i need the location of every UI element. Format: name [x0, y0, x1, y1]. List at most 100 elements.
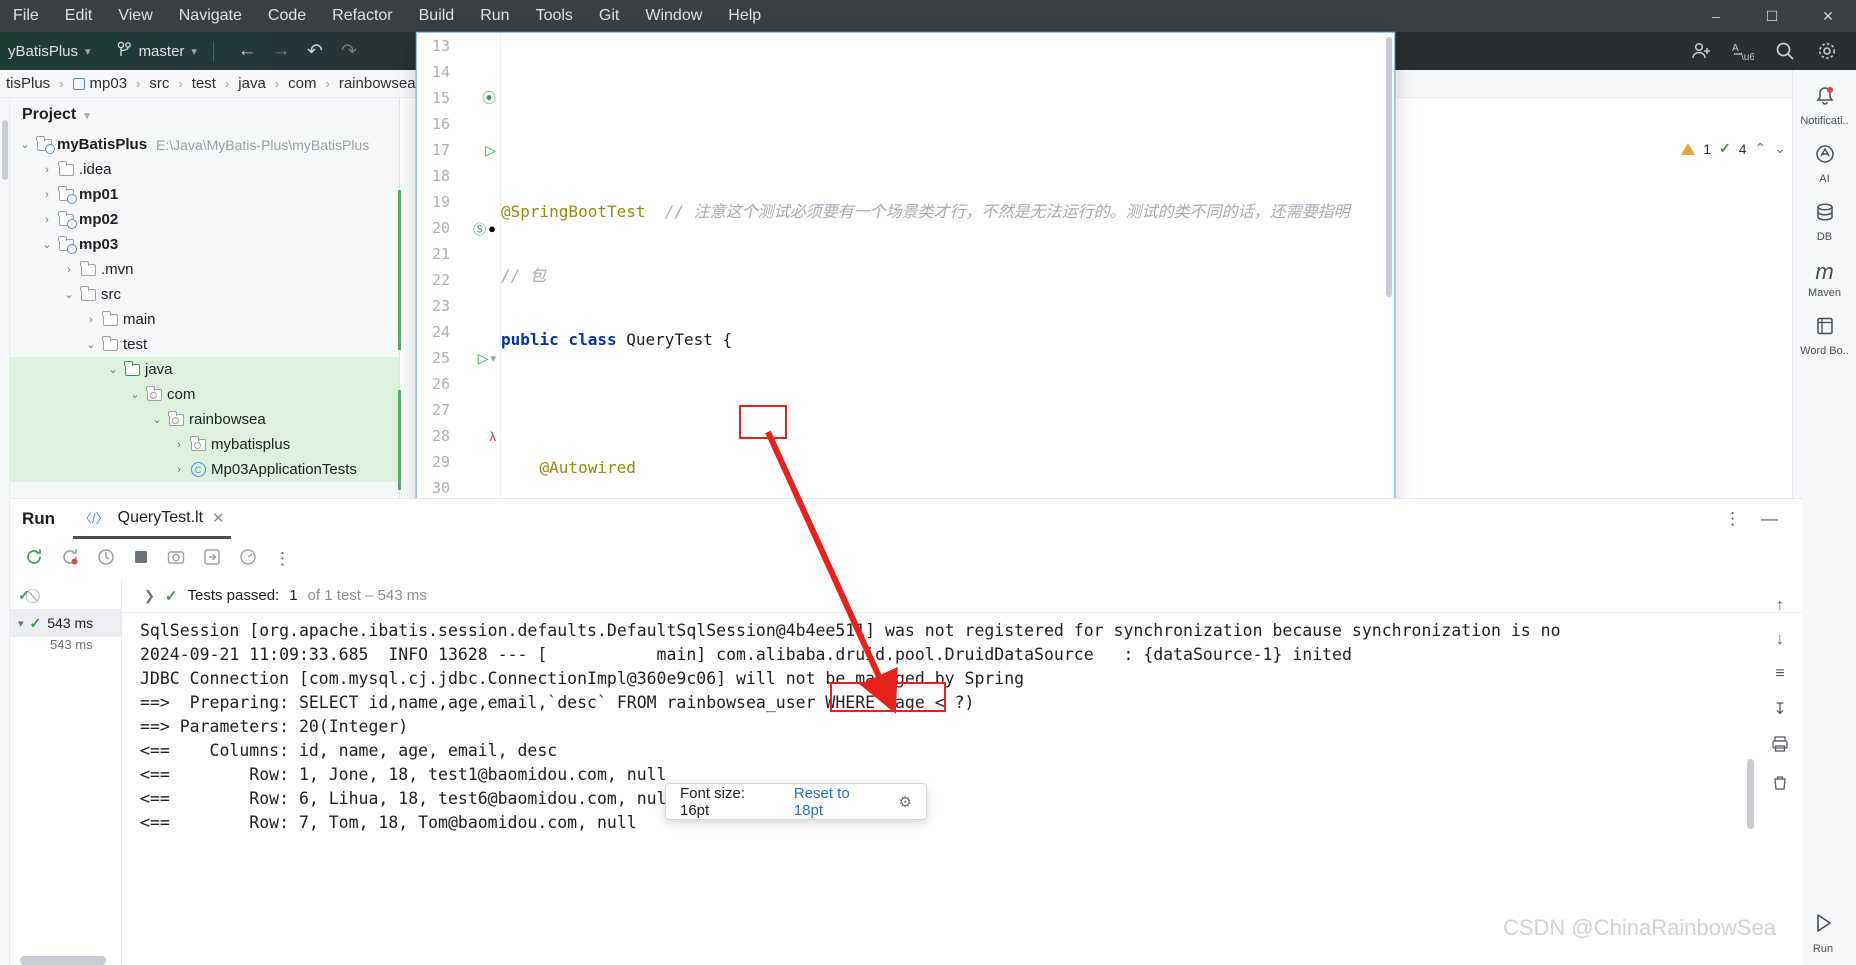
forward-icon[interactable]: → — [264, 36, 298, 66]
menu-item-help[interactable]: Help — [715, 4, 774, 28]
tree-node-main[interactable]: › main — [10, 307, 399, 332]
tree-expand-arrow[interactable]: › — [82, 314, 100, 326]
settings-icon[interactable] — [1806, 36, 1848, 66]
rail-item-ai[interactable]: AI — [1796, 136, 1854, 192]
menu-item-code[interactable]: Code — [255, 4, 319, 28]
test-tree-row[interactable]: ▾ ✓ 543 ms — [10, 609, 121, 637]
gutter-line-22[interactable]: 22 — [416, 267, 500, 293]
breadcrumb-item-src[interactable]: src — [145, 75, 173, 92]
tree-node-test[interactable]: ⌄ test — [10, 332, 399, 357]
tree-node-mp02[interactable]: › mp02 — [10, 207, 399, 232]
gutter-line-26[interactable]: 26 — [416, 371, 500, 397]
run-test-class-icon[interactable]: ▷ — [485, 142, 496, 159]
menu-item-git[interactable]: Git — [586, 4, 632, 28]
gutter-line-18[interactable]: 18 — [416, 163, 500, 189]
gutter-line-25[interactable]: 25 ▷ ▾ — [416, 345, 500, 371]
gutter-line-21[interactable]: 21 — [416, 241, 500, 267]
breadcrumb-item-module[interactable]: mp03 — [69, 75, 132, 92]
clear-all-icon[interactable] — [1771, 774, 1789, 797]
menu-item-edit[interactable]: Edit — [52, 4, 106, 28]
branch-selector[interactable]: master ▾ — [117, 41, 197, 62]
tree-expand-arrow[interactable]: › — [38, 164, 56, 176]
scroll-to-end-icon[interactable]: ↧ — [1773, 699, 1786, 719]
run-tool-button[interactable]: Run — [1794, 911, 1852, 955]
tree-node-java[interactable]: ⌄ java — [10, 357, 399, 382]
more-options-icon[interactable]: ⋮ — [1724, 509, 1741, 529]
profile-icon[interactable] — [238, 547, 258, 572]
menu-item-run[interactable]: Run — [467, 4, 522, 28]
gutter-line-29[interactable]: 29 — [416, 449, 500, 475]
gutter-line-16[interactable]: 16 — [416, 111, 500, 137]
toggle-auto-test-icon[interactable] — [96, 547, 116, 572]
tree-node-mp01[interactable]: › mp01 — [10, 182, 399, 207]
sidebar-scrollbar[interactable] — [2, 120, 8, 180]
bean-nav-icon[interactable]: Ⓢ — [473, 219, 486, 238]
menu-item-file[interactable]: File — [0, 4, 52, 28]
gutter-line-27[interactable]: 27 — [416, 397, 500, 423]
run-test-method-icon[interactable]: ▷ — [478, 350, 489, 367]
menu-item-build[interactable]: Build — [406, 4, 468, 28]
tree-expand-arrow[interactable]: › — [60, 264, 78, 276]
close-icon[interactable]: ✕ — [1800, 0, 1856, 32]
gutter-line-17[interactable]: 17 ▷ — [416, 137, 500, 163]
gutter-line-14[interactable]: 14 — [416, 59, 500, 85]
editor-code-area[interactable]: @SpringBootTest // 注意这个测试必须要有一个场景类才行，不然是… — [501, 33, 1386, 556]
gutter-line-15[interactable]: 15 ⦿ — [416, 85, 500, 111]
tree-node-com[interactable]: ⌄ com — [10, 382, 399, 407]
add-user-icon[interactable] — [1680, 36, 1722, 66]
rerun-failed-icon[interactable] — [60, 547, 80, 572]
back-icon[interactable]: ← — [230, 36, 264, 66]
editor-scrollbar[interactable] — [1386, 37, 1392, 297]
rail-item-notifications[interactable]: Notificati.. — [1796, 78, 1854, 134]
redo-icon[interactable]: ↷ — [332, 36, 366, 66]
maximize-icon[interactable]: ☐ — [1744, 0, 1800, 32]
stop-icon[interactable] — [132, 548, 150, 571]
breadcrumb-item-rainbowsea[interactable]: rainbowsea — [335, 75, 420, 92]
gutter-line-23[interactable]: 23 — [416, 293, 500, 319]
menu-item-refactor[interactable]: Refactor — [319, 4, 405, 28]
test-tree-toolbar[interactable]: ✓ ⃠ — [10, 581, 121, 609]
menu-item-navigate[interactable]: Navigate — [166, 4, 255, 28]
minimize-panel-icon[interactable]: — — [1761, 509, 1778, 529]
tree-node--idea[interactable]: › .idea — [10, 157, 399, 182]
gutter-line-19[interactable]: 19 — [416, 189, 500, 215]
tree-node-mybatisplus[interactable]: ⌄ myBatisPlus E:\Java\MyBatis-Plus\myBatis… — [10, 132, 399, 157]
tree-expand-arrow[interactable]: ⌄ — [16, 138, 34, 151]
lambda-marker-icon[interactable]: λ — [490, 429, 497, 444]
tree-expand-arrow[interactable]: ⌄ — [60, 288, 78, 301]
tree-expand-arrow[interactable]: › — [170, 464, 188, 476]
project-panel-header[interactable]: Project ▾ — [10, 98, 399, 132]
tree-node--mvn[interactable]: › .mvn — [10, 257, 399, 282]
menu-item-tools[interactable]: Tools — [523, 4, 586, 28]
test-tree-hscrollbar[interactable] — [20, 956, 106, 965]
tree-node-src[interactable]: ⌄ src — [10, 282, 399, 307]
spring-bean-icon[interactable]: ⦿ — [482, 88, 496, 108]
print-icon[interactable] — [1771, 735, 1789, 758]
fold-icon[interactable]: ▾ — [490, 352, 496, 365]
rail-item-wordbook[interactable]: Word Bo.. — [1796, 308, 1854, 364]
expand-icon[interactable]: ❯ — [144, 588, 155, 604]
tree-expand-arrow[interactable]: ⌄ — [104, 363, 122, 376]
breadcrumb-item-java[interactable]: java — [234, 75, 270, 92]
run-tab-querytest[interactable]: 〈/〉 QueryTest.lt ✕ — [73, 499, 231, 539]
tree-expand-arrow[interactable]: › — [38, 214, 56, 226]
breadcrumb-item-test[interactable]: test — [188, 75, 220, 92]
gear-icon[interactable]: ⚙ — [899, 793, 912, 811]
export-icon[interactable] — [202, 547, 222, 572]
inspection-widget[interactable]: 1 ✓ 4 ⌃ ⌄ — [1681, 140, 1786, 157]
mapper-nav-icon[interactable]: ● — [488, 221, 496, 236]
tree-expand-arrow[interactable]: ⌄ — [126, 388, 144, 401]
scroll-up-icon[interactable]: ↑ — [1776, 597, 1784, 615]
tree-expand-arrow[interactable]: ⌄ — [38, 238, 56, 251]
console-scrollbar[interactable] — [1747, 759, 1754, 829]
menu-item-window[interactable]: Window — [632, 4, 715, 28]
reset-font-size-link[interactable]: Reset to 18pt — [794, 785, 883, 819]
tree-expand-arrow[interactable]: ⌄ — [148, 413, 166, 426]
chevron-down-icon[interactable]: ▾ — [18, 617, 24, 630]
breadcrumb-item-project[interactable]: tisPlus — [2, 75, 54, 92]
more-icon[interactable]: ⋮ — [274, 549, 291, 569]
search-icon[interactable] — [1764, 36, 1806, 66]
rerun-icon[interactable] — [24, 547, 44, 572]
tree-expand-arrow[interactable]: › — [170, 439, 188, 451]
rail-item-maven[interactable]: m Maven — [1796, 252, 1854, 306]
